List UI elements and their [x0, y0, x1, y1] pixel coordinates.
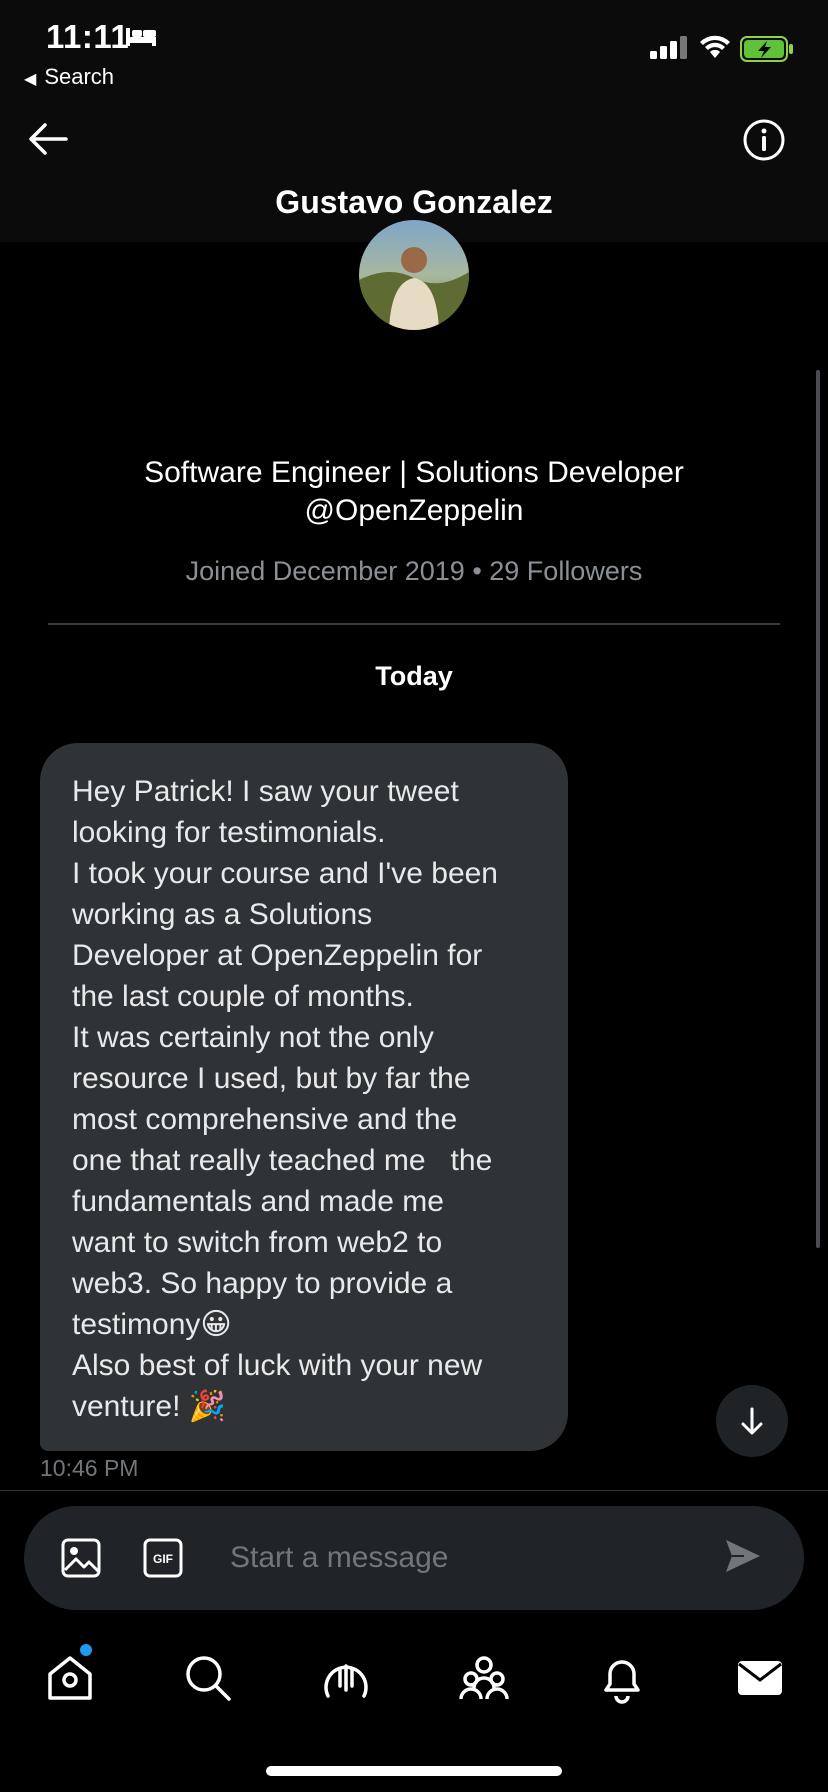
bio-handle-link[interactable]: @OpenZeppelin: [90, 492, 738, 530]
message-line: resource I used, but by far the: [72, 1062, 471, 1095]
message-line: most comprehensive and the: [72, 1103, 458, 1136]
message-line: web3. So happy to provide a: [72, 1267, 453, 1300]
search-icon[interactable]: [182, 1652, 234, 1704]
image-icon[interactable]: [60, 1537, 102, 1584]
sleep-mode-icon: [124, 24, 158, 53]
communities-icon[interactable]: [458, 1652, 510, 1704]
message-line: want to switch from web2 to: [72, 1226, 443, 1259]
message-line: looking for testimonials.: [72, 816, 386, 849]
send-icon[interactable]: [724, 1538, 762, 1579]
message-line: Also best of luck with your new: [72, 1349, 483, 1382]
back-to-search-link[interactable]: ◀ Search: [24, 64, 114, 90]
spaces-icon[interactable]: [320, 1652, 372, 1704]
message-line: venture! 🎉: [72, 1390, 227, 1423]
message-input[interactable]: [230, 1530, 690, 1586]
message-line: testimony😀: [72, 1308, 232, 1341]
message-line: It was certainly not the only: [72, 1021, 434, 1054]
battery-charging-icon: [740, 36, 794, 67]
profile-bio: Software Engineer | Solutions Developer …: [90, 454, 738, 530]
date-separator: Today: [375, 661, 453, 691]
back-arrow-icon[interactable]: [28, 122, 68, 161]
home-icon[interactable]: [44, 1652, 96, 1704]
back-to-search-label: Search: [44, 64, 115, 89]
scroll-to-bottom-button[interactable]: [716, 1385, 788, 1457]
message-line: working as a Solutions: [72, 898, 373, 931]
info-icon[interactable]: [742, 118, 786, 167]
notifications-icon[interactable]: [596, 1652, 648, 1704]
message-line: Developer at OpenZeppelin for: [72, 939, 483, 972]
message-line: fundamentals and made me: [72, 1185, 444, 1218]
back-triangle-icon: ◀: [24, 71, 37, 88]
message-line: the last couple of months.: [72, 980, 414, 1013]
composer-divider: [0, 1490, 828, 1491]
message-timestamp: 10:46 PM: [40, 1455, 139, 1481]
message-bubble[interactable]: Hey Patrick! I saw your tweet looking fo…: [40, 743, 568, 1451]
messages-icon[interactable]: [734, 1652, 786, 1704]
wifi-icon: [698, 34, 732, 65]
bio-line: Software Engineer | Solutions Developer: [144, 456, 684, 489]
home-indicator[interactable]: [266, 1766, 562, 1776]
message-line: I took your course and I've been: [72, 857, 498, 890]
unread-dot: [80, 1644, 92, 1656]
contact-name[interactable]: Gustavo Gonzalez: [0, 184, 828, 221]
scrollbar[interactable]: [816, 370, 820, 1248]
divider: [48, 623, 780, 625]
profile-meta: Joined December 2019 • 29 Followers: [185, 556, 643, 586]
cellular-signal-icon: [650, 36, 688, 65]
status-time: 11:11: [46, 18, 130, 55]
arrow-down-icon: [741, 1407, 763, 1435]
svg-text:GIF: GIF: [153, 1552, 173, 1566]
avatar[interactable]: [359, 220, 469, 330]
gif-icon[interactable]: GIF: [142, 1537, 184, 1584]
message-line: Hey Patrick! I saw your tweet: [72, 775, 459, 808]
message-line: one that really teached me the: [72, 1144, 493, 1177]
